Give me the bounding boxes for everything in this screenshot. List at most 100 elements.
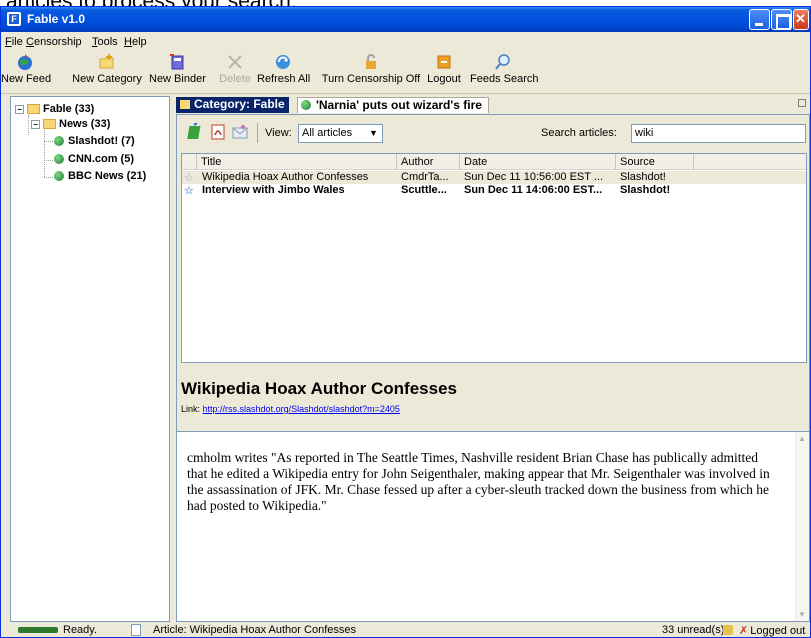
scroll-down-icon[interactable]: ▼ [798, 610, 806, 619]
category-flag-icon [180, 100, 190, 109]
feed-tree: − Fable (33) − News (33) Slashdot! (7) CNN… [10, 96, 170, 622]
window-title: Fable v1.0 [27, 12, 86, 26]
column-header-date[interactable]: Date [460, 154, 616, 170]
column-header-source[interactable]: Source [616, 154, 694, 170]
column-header-flag[interactable] [182, 154, 197, 170]
row-source: Slashdot! [620, 171, 666, 183]
link-label: Link: [181, 404, 201, 414]
tab-label: Category: Fable [194, 97, 285, 111]
star-icon[interactable]: ☆ [184, 171, 194, 184]
minimize-button[interactable] [749, 9, 770, 30]
globe-icon [301, 100, 311, 110]
tree-node-label: Slashdot! (7) [68, 135, 135, 147]
document-icon [131, 624, 141, 636]
list-header: Title Author Date Source [182, 154, 806, 170]
menu-censorship[interactable]: Censorship [26, 36, 82, 48]
delete-button[interactable]: Delete [215, 53, 255, 85]
category-panel: View: All articles ▼ Search articles: wi… [176, 114, 810, 622]
logout-label: Logout [427, 73, 461, 85]
title-bar[interactable]: F Fable v1.0 [1, 7, 810, 32]
table-row[interactable]: ☆ Interview with Jimbo Wales Scuttle... … [182, 184, 806, 197]
new-binder-button[interactable]: New Binder [149, 53, 206, 85]
view-select[interactable]: All articles ▼ [298, 124, 383, 143]
tree-node-news[interactable]: − News (33) [31, 118, 110, 130]
view-label: View: [265, 127, 292, 139]
globe-icon [54, 154, 64, 165]
search-articles-input[interactable]: wiki [631, 124, 806, 143]
new-category-button[interactable]: New Category [71, 53, 143, 85]
tree-guide-line [44, 177, 53, 178]
globe-plus-icon [18, 54, 32, 70]
new-feed-label: New Feed [1, 73, 52, 85]
menu-file[interactable]: File [5, 36, 23, 48]
tree-guide-line [44, 141, 53, 142]
close-button[interactable] [793, 9, 809, 30]
tree-node-fable[interactable]: − Fable (33) [15, 103, 94, 115]
folder-icon [27, 104, 40, 115]
article-content: cmholm writes "As reported in The Seattl… [177, 431, 809, 621]
column-header-title[interactable]: Title [197, 154, 397, 170]
article-list: Title Author Date Source ☆ Wikipedia Hoa… [181, 153, 807, 363]
search-label: Search articles: [541, 127, 617, 139]
article-link[interactable]: http://rss.slashdot.org/Slashdot/slashdo… [203, 404, 400, 414]
magnifier-icon [495, 54, 510, 70]
tree-node-label: News (33) [59, 118, 111, 130]
row-title: Interview with Jimbo Wales [202, 184, 345, 196]
article-link-row: Link: http://rss.slashdot.org/Slashdot/s… [181, 404, 400, 414]
article-body: cmholm writes "As reported in The Seattl… [187, 450, 770, 513]
progress-bar [18, 627, 58, 633]
tab-label: 'Narnia' puts out wizard's fire [316, 98, 482, 112]
binder-icon [170, 54, 184, 70]
unlock-icon [366, 54, 376, 69]
tree-node-bbc[interactable]: BBC News (21) [54, 170, 146, 182]
new-feed-button[interactable]: New Feed [1, 53, 52, 85]
column-header-author[interactable]: Author [397, 154, 460, 170]
row-author: CmdrTa... [401, 171, 449, 183]
tab-bar: Category: Fable 'Narnia' puts out wizard… [174, 96, 810, 113]
tree-node-label: BBC News (21) [68, 170, 147, 182]
app-window: F Fable v1.0 File Censorship Tools Help … [0, 6, 811, 638]
folder-icon [43, 119, 56, 130]
toolbar-separator [257, 123, 258, 143]
chevron-down-icon[interactable]: ▼ [366, 126, 381, 141]
tree-guide-line [44, 160, 53, 161]
star-icon[interactable]: ☆ [184, 184, 194, 197]
tab-category-fable[interactable]: Category: Fable [176, 97, 289, 113]
main-toolbar: New Feed New Category New Binder Delete … [1, 51, 810, 94]
row-date: Sun Dec 11 10:56:00 EST ... [464, 171, 604, 183]
scroll-up-icon[interactable]: ▲ [798, 434, 806, 443]
article-title: Wikipedia Hoax Author Confesses [181, 379, 457, 398]
logout-button[interactable]: Logout [426, 53, 462, 85]
tree-node-cnn[interactable]: CNN.com (5) [54, 153, 134, 165]
refresh-all-button[interactable]: Refresh All [257, 53, 310, 85]
turn-censorship-off-button[interactable]: Turn Censorship Off [319, 53, 423, 85]
maximize-button[interactable] [771, 9, 792, 30]
collapse-icon[interactable]: − [15, 104, 24, 114]
collapse-icon[interactable]: − [31, 119, 40, 129]
unread-count: 33 unread(s) [662, 624, 725, 636]
status-ready: Ready. [63, 624, 98, 636]
content-scrollbar[interactable]: ▲ ▼ [795, 432, 809, 621]
delete-icon [228, 55, 242, 69]
email-icon[interactable] [231, 123, 249, 141]
disconnected-icon: ✗ [739, 625, 749, 637]
login-status-label: Logged out [750, 625, 806, 637]
menu-help[interactable]: Help [124, 36, 147, 48]
table-row[interactable]: ☆ Wikipedia Hoax Author Confesses CmdrTa… [182, 171, 806, 184]
row-title: Wikipedia Hoax Author Confesses [202, 171, 369, 183]
feeds-search-button[interactable]: Feeds Search [470, 53, 538, 85]
view-select-value: All articles [302, 127, 353, 139]
panel-restore-icon[interactable] [798, 99, 806, 107]
tab-narnia-article[interactable]: 'Narnia' puts out wizard's fire [297, 97, 489, 113]
row-source: Slashdot! [620, 184, 671, 196]
row-author: Scuttle... [401, 184, 447, 196]
mark-read-icon[interactable] [187, 123, 205, 141]
globe-icon [54, 171, 64, 182]
turn-censorship-off-label: Turn Censorship Off [321, 73, 421, 85]
menu-tools[interactable]: Tools [92, 36, 118, 48]
pdf-icon[interactable] [209, 123, 227, 141]
login-status[interactable]: ✗ Logged out [739, 624, 805, 637]
menu-bar: File Censorship Tools Help [1, 32, 810, 51]
row-date: Sun Dec 11 14:06:00 EST... [464, 184, 603, 196]
tree-node-slashdot[interactable]: Slashdot! (7) [54, 135, 135, 147]
